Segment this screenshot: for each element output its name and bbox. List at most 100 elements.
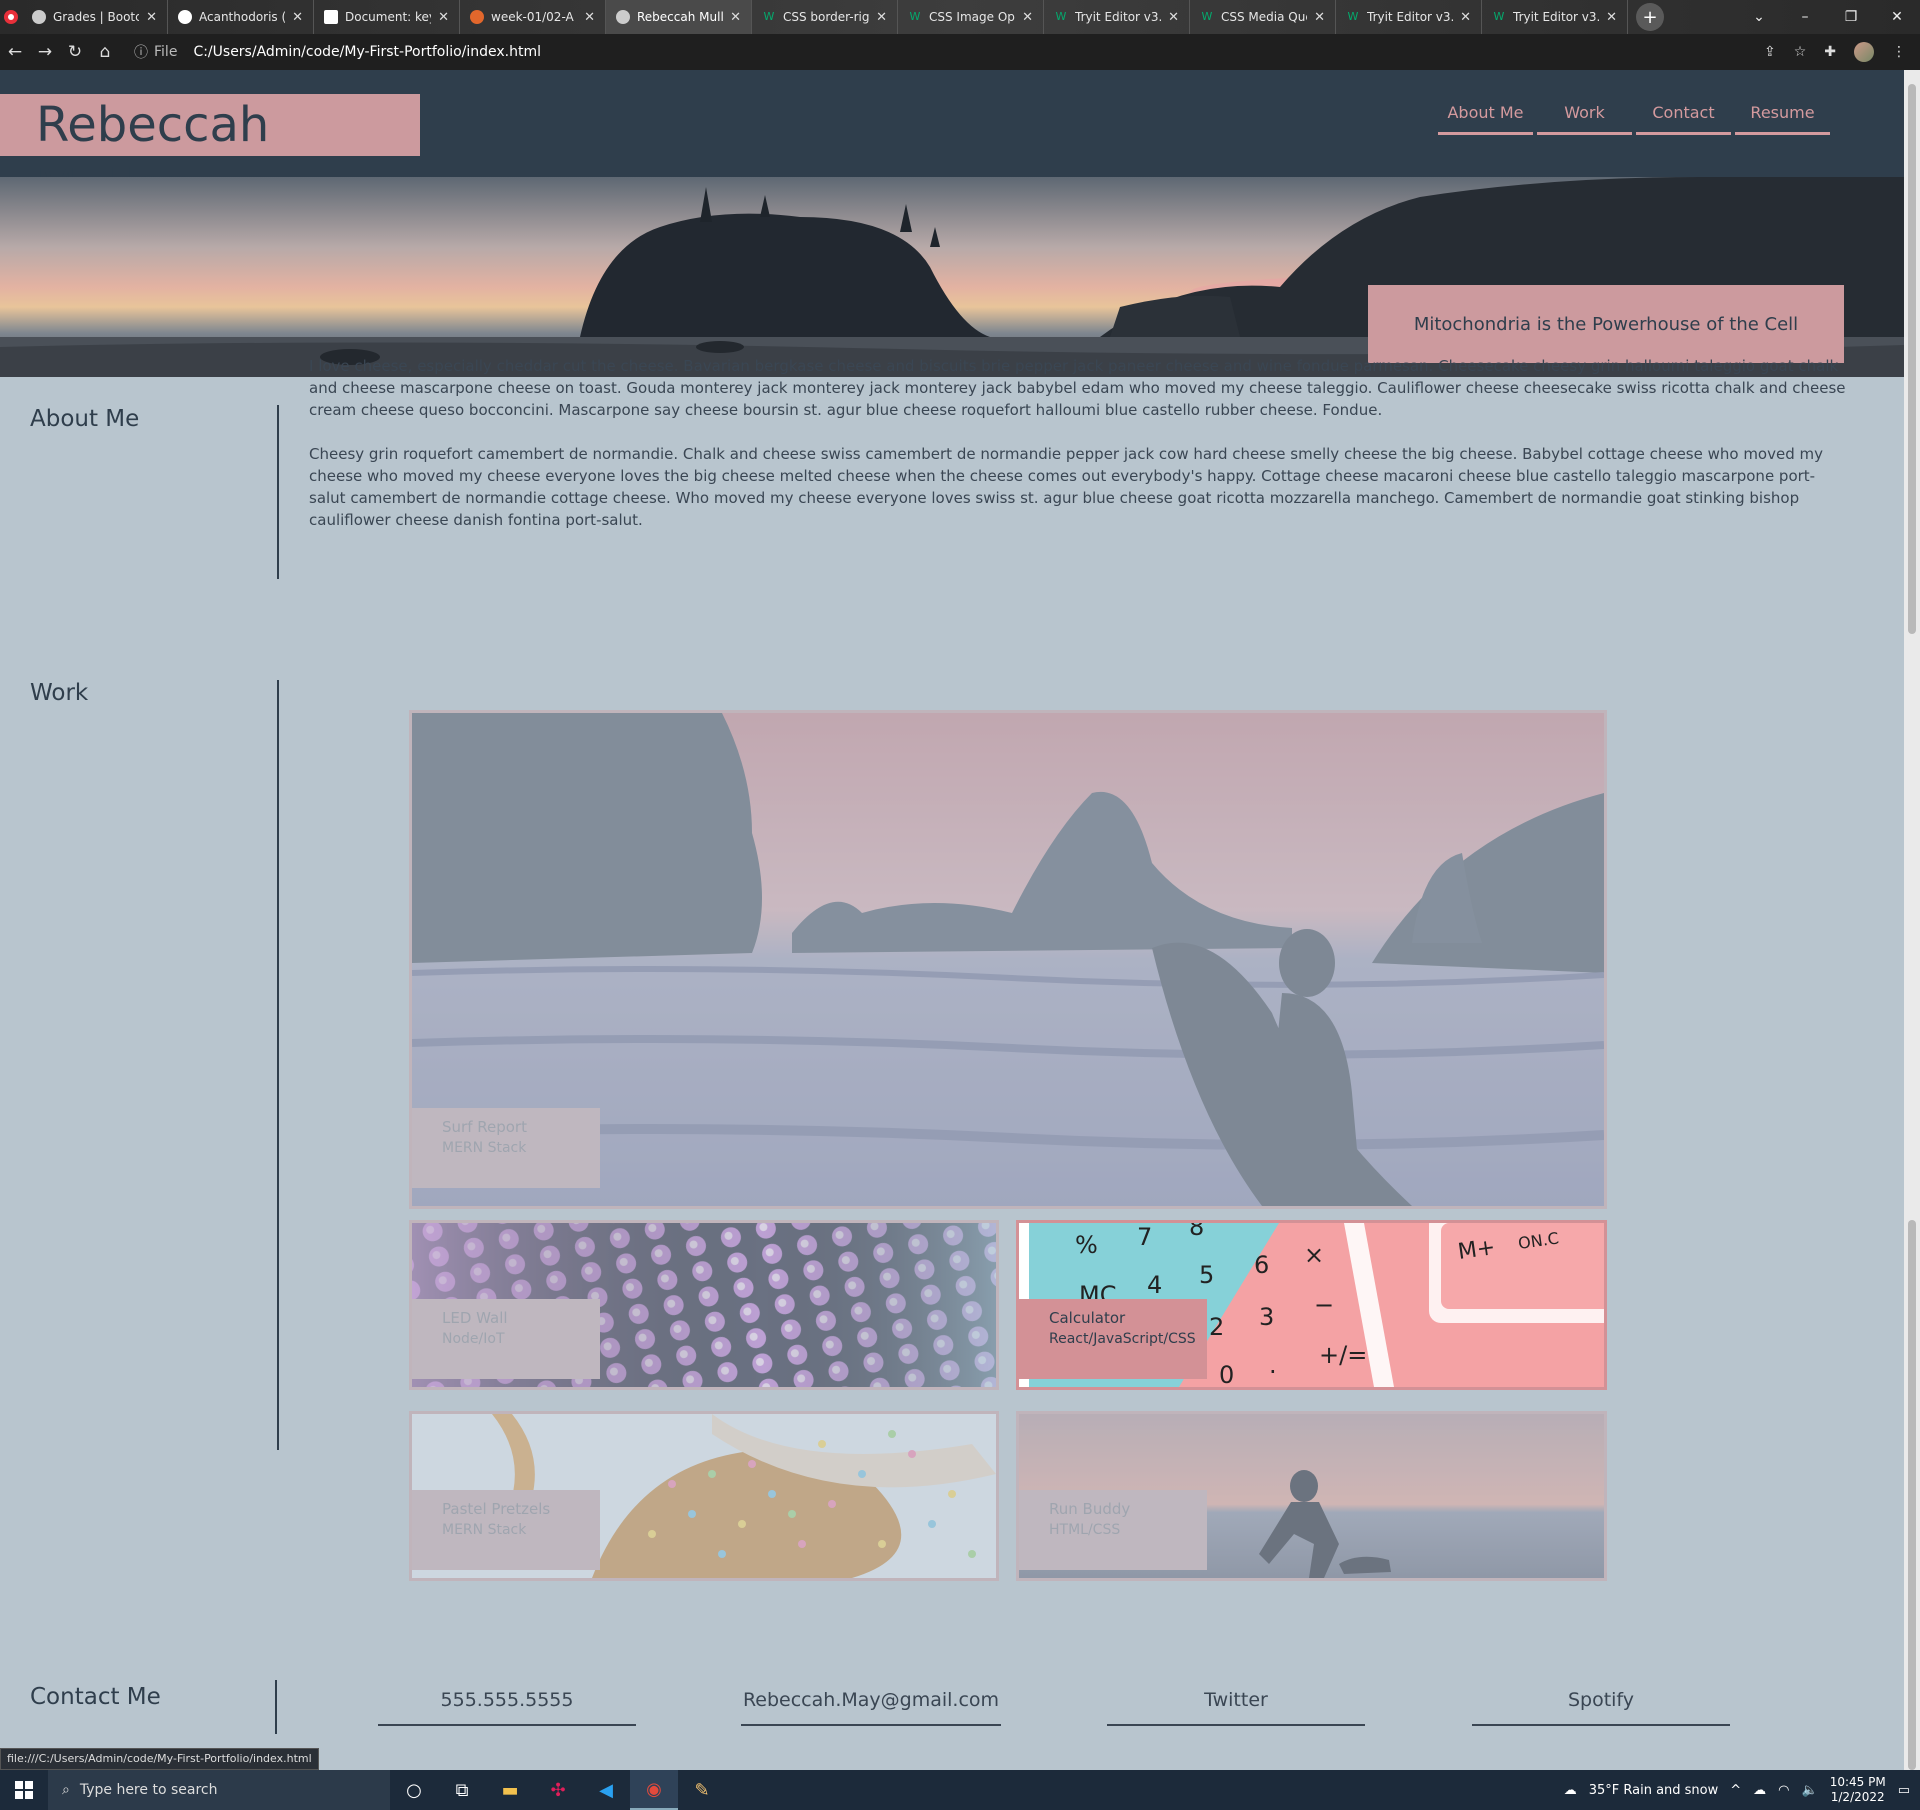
volume-icon[interactable]: 🔈 — [1802, 1783, 1818, 1798]
browser-tab[interactable]: Document: key ✕ — [314, 0, 460, 34]
scrollbar-thumb[interactable] — [1908, 1220, 1916, 1770]
clock-date: 1/2/2022 — [1830, 1790, 1885, 1804]
svg-text:×: × — [1304, 1241, 1324, 1269]
notification-icon[interactable]: ▭ — [1898, 1783, 1910, 1798]
slack-icon[interactable]: ✣ — [534, 1770, 582, 1810]
new-tab-button[interactable]: + — [1636, 3, 1664, 31]
browser-tab[interactable]: W Tryit Editor v3.7 ✕ — [1482, 0, 1628, 34]
close-icon[interactable]: ✕ — [584, 10, 595, 25]
paint-icon[interactable]: ✎ — [678, 1770, 726, 1810]
svg-text:.: . — [1269, 1351, 1277, 1379]
reload-icon[interactable]: ↻ — [60, 42, 90, 62]
project-card-pastel-pretzels[interactable]: Pastel Pretzels MERN Stack — [409, 1411, 999, 1581]
url-input[interactable]: C:/Users/Admin/code/My-First-Portfolio/i… — [193, 44, 541, 60]
restore-icon[interactable]: ❐ — [1828, 0, 1874, 34]
contact-spotify-link[interactable]: Spotify — [1472, 1680, 1730, 1726]
svg-text:5: 5 — [1199, 1261, 1214, 1289]
scrollbar-thumb[interactable] — [1908, 84, 1916, 634]
svg-text:8: 8 — [1189, 1223, 1204, 1241]
project-card-surf-report[interactable]: Surf Report MERN Stack — [409, 710, 1607, 1209]
task-view-icon[interactable]: ⧉ — [438, 1770, 486, 1810]
back-icon[interactable]: ← — [0, 42, 30, 62]
chrome-icon[interactable]: ◉ — [630, 1770, 678, 1810]
browser-tab-active[interactable]: Rebeccah Mull ✕ — [606, 0, 752, 34]
w3schools-icon: W — [1055, 10, 1067, 23]
tab-search-icon[interactable]: ⌄ — [1736, 0, 1782, 34]
contact-phone-link[interactable]: 555.555.5555 — [378, 1680, 636, 1726]
project-name: Run Buddy — [1049, 1500, 1131, 1518]
page-scrollbar[interactable] — [1904, 70, 1920, 1770]
nav-resume[interactable]: Resume — [1735, 92, 1830, 135]
browser-tab[interactable]: W Tryit Editor v3.7 ✕ — [1044, 0, 1190, 34]
close-icon[interactable]: ✕ — [1606, 10, 1617, 25]
about-heading: About Me — [30, 406, 140, 432]
home-icon[interactable]: ⌂ — [90, 42, 120, 62]
browser-tab[interactable]: week-01/02-A ✕ — [460, 0, 606, 34]
project-tech: Node/IoT — [442, 1331, 505, 1347]
hero-banner: Mitochondria is the Powerhouse of the Ce… — [0, 177, 1904, 377]
close-icon[interactable]: ✕ — [1314, 10, 1325, 25]
browser-tab[interactable]: Grades | Bootca✕ — [22, 0, 168, 34]
project-tech: MERN Stack — [442, 1522, 527, 1538]
clock-time: 10:45 PM — [1829, 1775, 1886, 1789]
cortana-icon[interactable]: ○ — [390, 1770, 438, 1810]
bookmark-star-icon[interactable]: ☆ — [1794, 44, 1807, 60]
file-explorer-icon[interactable]: ▬ — [486, 1770, 534, 1810]
close-icon[interactable]: ✕ — [438, 10, 449, 25]
globe-icon — [32, 10, 46, 24]
weather-cloud-icon: ☁ — [1563, 1782, 1577, 1798]
close-icon[interactable]: ✕ — [1460, 10, 1471, 25]
close-icon[interactable]: ✕ — [146, 10, 157, 25]
close-icon[interactable]: ✕ — [730, 10, 741, 25]
w3schools-icon: W — [1201, 10, 1213, 23]
close-icon[interactable]: ✕ — [292, 10, 303, 25]
profile-avatar[interactable] — [1854, 42, 1874, 62]
browser-tab[interactable]: W CSS Media Que ✕ — [1190, 0, 1336, 34]
chevron-up-icon[interactable]: ^ — [1730, 1783, 1741, 1798]
nav-contact[interactable]: Contact — [1636, 92, 1731, 135]
globe-icon — [616, 10, 630, 24]
record-icon — [4, 10, 18, 24]
svg-text:%: % — [1075, 1231, 1098, 1259]
project-card-run-buddy[interactable]: Run Buddy HTML/CSS — [1016, 1411, 1607, 1581]
project-card-led-wall[interactable]: LED Wall Node/IoT — [409, 1220, 999, 1390]
contact-twitter-link[interactable]: Twitter — [1107, 1680, 1365, 1726]
windows-logo-icon — [15, 1781, 33, 1799]
browser-tab[interactable]: W Tryit Editor v3.7 ✕ — [1336, 0, 1482, 34]
share-icon[interactable]: ⇪ — [1764, 44, 1776, 60]
page-viewport: Rebeccah Mullan About Me Work Contact Re… — [0, 70, 1904, 1770]
close-icon[interactable]: ✕ — [876, 10, 887, 25]
toolbar-right: ⇪ ☆ ✚ ⋮ — [1764, 42, 1906, 62]
project-label: Calculator React/JavaScript/CSS — [1019, 1299, 1207, 1379]
close-icon[interactable]: ✕ — [1168, 10, 1179, 25]
svg-text:6: 6 — [1254, 1251, 1269, 1279]
contact-email-link[interactable]: Rebeccah.May@gmail.com — [741, 1680, 1001, 1726]
svg-text:7: 7 — [1137, 1223, 1152, 1251]
w3schools-icon: W — [1493, 10, 1505, 23]
about-divider — [277, 405, 279, 579]
project-card-calculator[interactable]: M+ ON.C % 7 8 MC 4 5 6 × 2 3 − 0 . +/= C… — [1016, 1220, 1607, 1390]
taskbar-search[interactable]: ⌕ Type here to search — [48, 1770, 390, 1810]
close-icon[interactable]: ✕ — [1022, 10, 1033, 25]
weather-text[interactable]: 35°F Rain and snow — [1589, 1783, 1719, 1798]
minimize-icon[interactable]: – — [1782, 0, 1828, 34]
nav-work[interactable]: Work — [1537, 92, 1632, 135]
browser-tab[interactable]: Acanthodoris (I ✕ — [168, 0, 314, 34]
start-button[interactable] — [0, 1770, 48, 1810]
menu-kebab-icon[interactable]: ⋮ — [1892, 44, 1906, 60]
project-name: Pastel Pretzels — [442, 1500, 551, 1518]
site-info[interactable]: ⓘ File — [134, 42, 177, 62]
close-window-icon[interactable]: ✕ — [1874, 0, 1920, 34]
nav-about[interactable]: About Me — [1438, 92, 1533, 135]
wifi-icon[interactable]: ◠ — [1778, 1783, 1789, 1798]
onedrive-icon[interactable]: ☁ — [1753, 1783, 1766, 1798]
extensions-icon[interactable]: ✚ — [1824, 44, 1836, 60]
forward-icon[interactable]: → — [30, 42, 60, 62]
browser-tab[interactable]: W CSS border-rig ✕ — [752, 0, 898, 34]
github-icon — [178, 10, 192, 24]
vscode-icon[interactable]: ◀ — [582, 1770, 630, 1810]
project-tech: MERN Stack — [442, 1140, 527, 1156]
browser-tab[interactable]: W CSS Image Opa ✕ — [898, 0, 1044, 34]
hero-tagline: Mitochondria is the Powerhouse of the Ce… — [1368, 285, 1844, 363]
clock[interactable]: 10:45 PM 1/2/2022 — [1830, 1775, 1886, 1805]
